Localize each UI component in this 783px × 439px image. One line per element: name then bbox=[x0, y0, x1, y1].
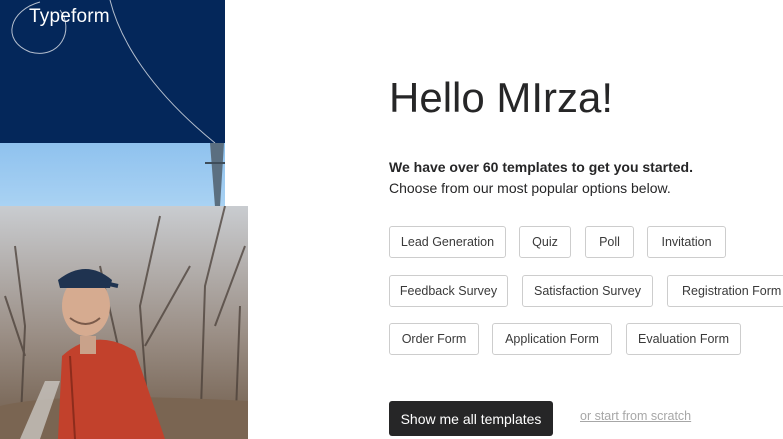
template-satisfaction-survey[interactable]: Satisfaction Survey bbox=[522, 275, 653, 307]
intro-bold: We have over 60 templates to get you sta… bbox=[389, 159, 693, 175]
show-all-templates-button[interactable]: Show me all templates bbox=[389, 401, 553, 436]
greeting-heading: Hello MIrza! bbox=[389, 74, 614, 121]
person-photo bbox=[0, 206, 248, 439]
main-content: Hello MIrza! We have over 60 templates t… bbox=[248, 0, 783, 439]
template-invitation[interactable]: Invitation bbox=[647, 226, 726, 258]
template-quiz[interactable]: Quiz bbox=[519, 226, 571, 258]
template-evaluation-form[interactable]: Evaluation Form bbox=[626, 323, 741, 355]
typeform-logo[interactable]: Typeform bbox=[29, 6, 110, 28]
template-lead-generation[interactable]: Lead Generation bbox=[389, 226, 506, 258]
sky-image bbox=[0, 143, 225, 207]
intro-text: We have over 60 templates to get you sta… bbox=[389, 157, 693, 199]
template-registration-form[interactable]: Registration Form bbox=[667, 275, 783, 307]
brand-panel: Typeform bbox=[0, 0, 225, 143]
template-poll[interactable]: Poll bbox=[585, 226, 634, 258]
template-feedback-survey[interactable]: Feedback Survey bbox=[389, 275, 508, 307]
hero-visual: Typeform bbox=[0, 0, 248, 439]
start-from-scratch-link[interactable]: or start from scratch bbox=[580, 409, 691, 423]
intro-subtext: Choose from our most popular options bel… bbox=[389, 180, 671, 196]
template-order-form[interactable]: Order Form bbox=[389, 323, 479, 355]
template-application-form[interactable]: Application Form bbox=[492, 323, 612, 355]
